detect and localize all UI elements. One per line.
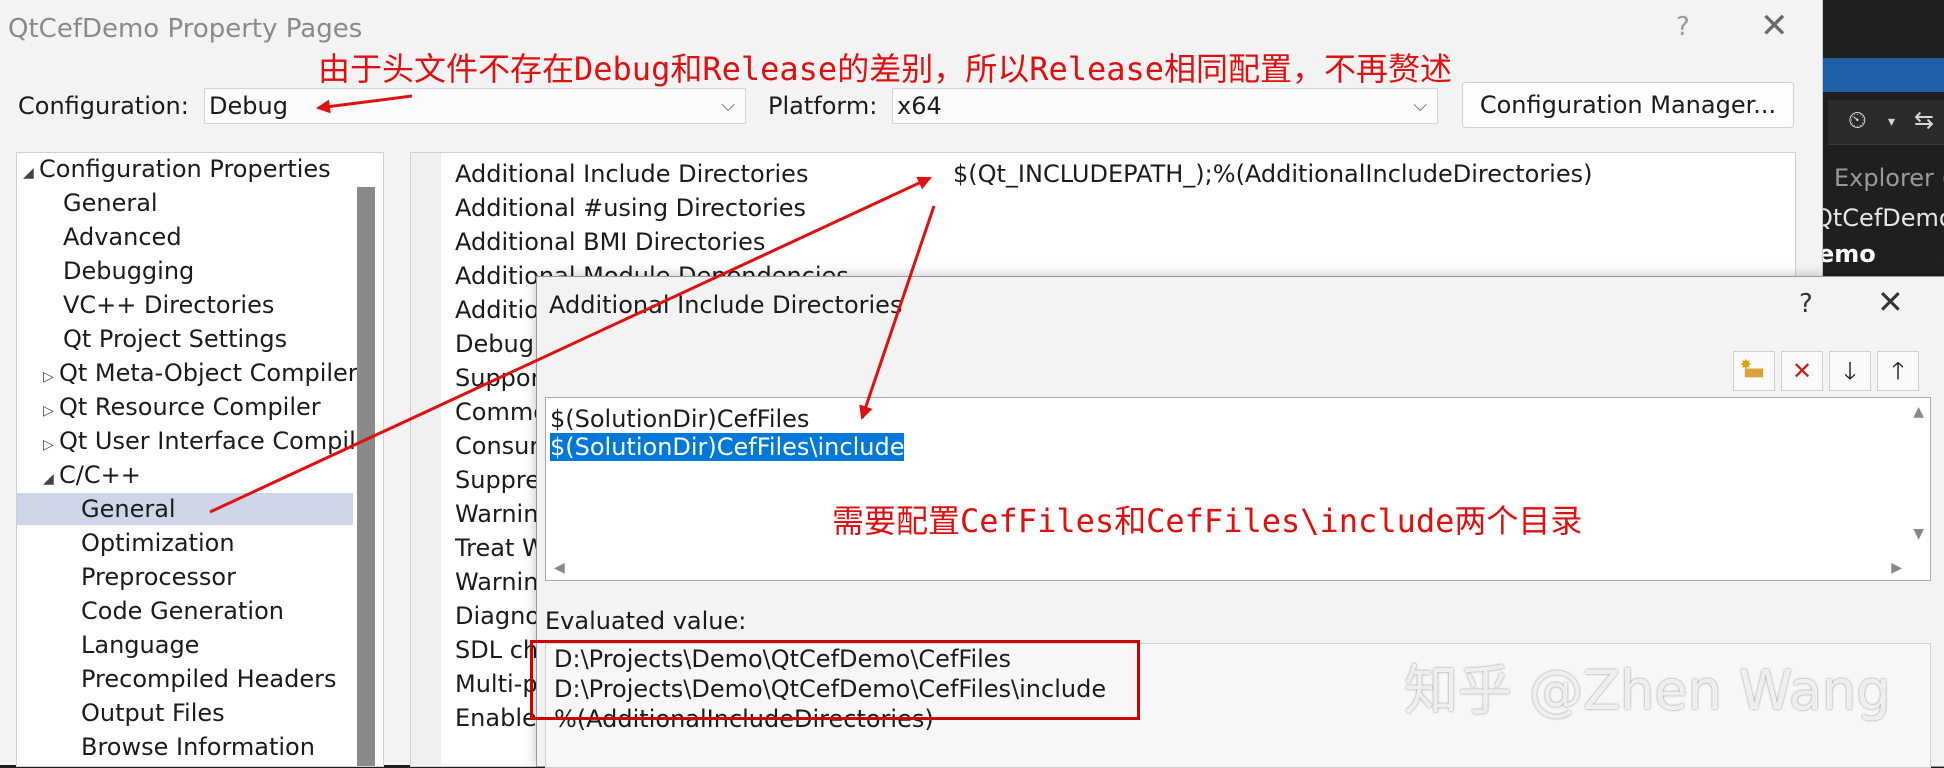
- annotation-arrow-config: [316, 94, 413, 114]
- annotation-arrows: [209, 94, 936, 514]
- annotation-arrow-edit: [859, 205, 936, 420]
- annotation-arrow-general: [209, 176, 932, 514]
